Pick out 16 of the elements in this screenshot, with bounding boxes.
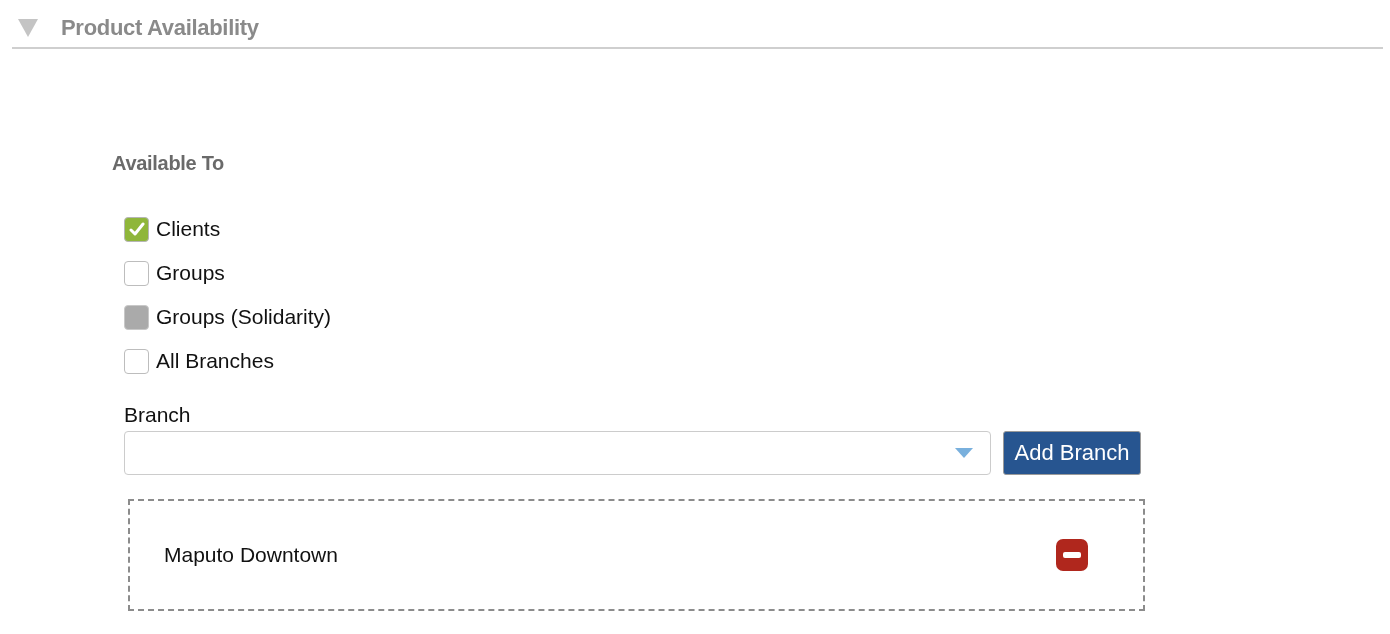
- checkbox-label[interactable]: All Branches: [156, 349, 274, 373]
- checkbox-label[interactable]: Groups: [156, 261, 225, 285]
- checkbox[interactable]: [124, 260, 149, 286]
- caret-icon[interactable]: [955, 448, 973, 458]
- checkbox-label: Groups (Solidarity): [156, 305, 332, 329]
- checkmark-icon: [128, 222, 145, 236]
- checkbox-label[interactable]: Clients: [156, 217, 221, 241]
- checkbox[interactable]: [124, 348, 149, 374]
- branch-select[interactable]: [124, 431, 991, 475]
- remove-icon[interactable]: [1056, 539, 1088, 571]
- checkbox[interactable]: [124, 216, 149, 242]
- field-label: Branch: [124, 403, 191, 427]
- collapse-triangle-icon[interactable]: [18, 18, 38, 37]
- group-heading: Available To: [112, 151, 224, 175]
- branch-name: Maputo Downtown: [164, 543, 338, 567]
- add-branch-button[interactable]: Add Branch: [1003, 431, 1141, 475]
